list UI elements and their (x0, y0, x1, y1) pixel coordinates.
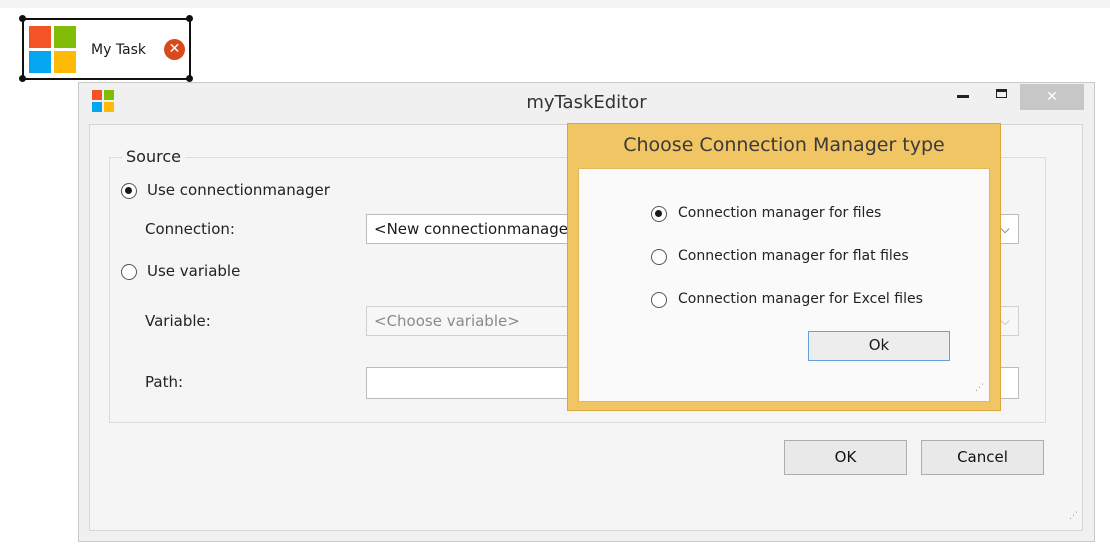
use-connection-radio[interactable] (121, 183, 137, 199)
use-connection-label: Use connectionmanager (147, 181, 330, 199)
task-label: My Task (91, 42, 147, 58)
excel-files-option-radio[interactable] (651, 292, 667, 308)
variable-placeholder: <Choose variable> (374, 312, 520, 330)
resize-handle-top-right[interactable] (186, 15, 193, 22)
path-label: Path: (145, 373, 184, 391)
files-option-label[interactable]: Connection manager for files (678, 205, 881, 221)
connection-value: <New connectionmanager> (374, 220, 587, 238)
maximize-button[interactable] (996, 89, 1007, 98)
files-option-radio[interactable] (651, 206, 667, 222)
dialog-body: Connection manager for files Connection … (578, 168, 990, 402)
use-variable-label: Use variable (147, 262, 241, 280)
dialog-ok-button[interactable]: Ok (808, 331, 950, 361)
resize-grip-icon[interactable]: ⋰ (975, 384, 984, 393)
title-bar[interactable]: myTaskEditor ✕ (79, 83, 1094, 121)
flat-files-option-label[interactable]: Connection manager for flat files (678, 248, 909, 264)
use-variable-radio[interactable] (121, 264, 137, 280)
cancel-button[interactable]: Cancel (921, 440, 1044, 475)
excel-files-option-label[interactable]: Connection manager for Excel files (678, 291, 923, 307)
resize-handle-bottom-left[interactable] (19, 75, 26, 82)
task-shape[interactable]: My Task ✕ (19, 15, 193, 82)
window-title: myTaskEditor (526, 92, 647, 113)
resize-handle-top-left[interactable] (19, 15, 26, 22)
error-icon: ✕ (164, 39, 185, 60)
choose-connection-manager-dialog: Choose Connection Manager type Connectio… (567, 123, 1001, 411)
designer-top-strip (0, 0, 1110, 8)
flat-files-option-radio[interactable] (651, 249, 667, 265)
close-button[interactable]: ✕ (1020, 84, 1084, 110)
ok-button[interactable]: OK (784, 440, 907, 475)
connection-label: Connection: (145, 220, 235, 238)
resize-grip-icon[interactable]: ⋰ (1069, 512, 1078, 521)
variable-label: Variable: (145, 312, 211, 330)
minimize-button[interactable] (957, 95, 969, 98)
dialog-title: Choose Connection Manager type (623, 134, 945, 156)
source-group-title: Source (122, 147, 185, 166)
windows-logo-icon (29, 26, 77, 74)
resize-handle-bottom-right[interactable] (186, 75, 193, 82)
